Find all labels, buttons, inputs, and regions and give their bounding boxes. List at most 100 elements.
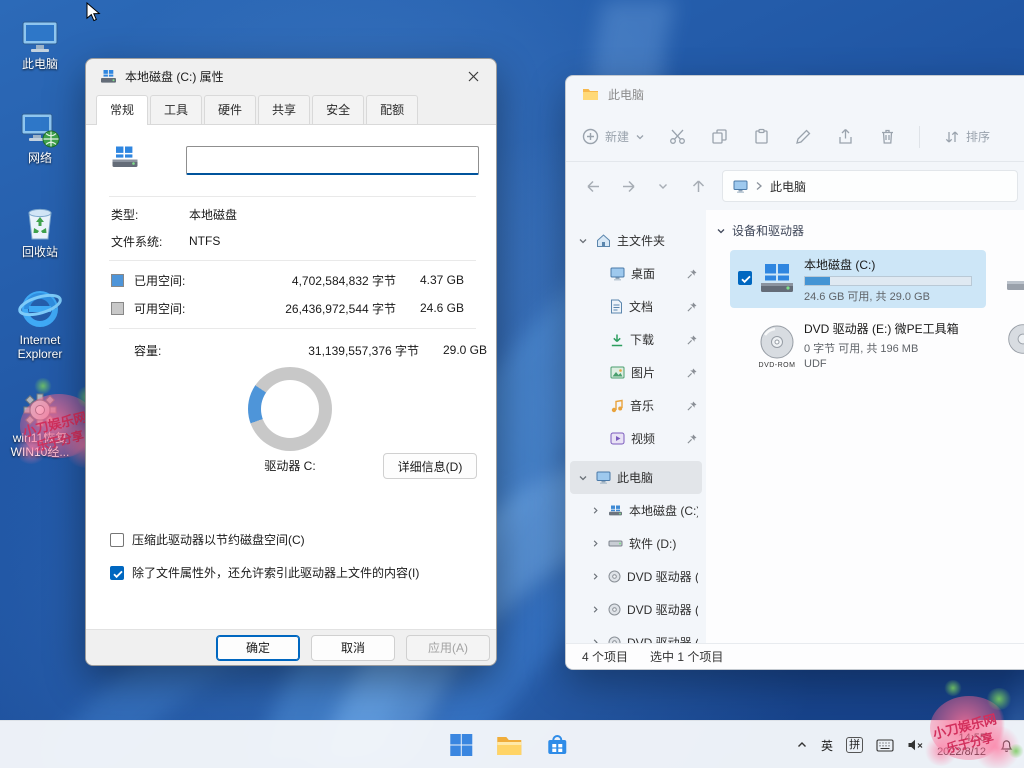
- sidebar-item-label: 视频: [631, 430, 655, 447]
- share-button[interactable]: [835, 127, 855, 147]
- drive-name: DVD 驱动器 (E:) 微PE工具箱: [804, 320, 980, 337]
- sidebar-item-dvd-g[interactable]: DVD 驱动器 (G:): [570, 626, 702, 643]
- sidebar-item-drive-c[interactable]: 本地磁盘 (C:): [570, 494, 702, 527]
- breadcrumb[interactable]: 此电脑: [770, 178, 806, 195]
- new-button[interactable]: 新建: [582, 128, 645, 145]
- tray-overflow-chevron[interactable]: [796, 739, 808, 751]
- explorer-command-bar: 新建 排序: [566, 112, 1024, 162]
- explorer-titlebar[interactable]: 此电脑: [566, 76, 1024, 112]
- compress-checkbox[interactable]: [110, 533, 124, 547]
- dvd-disc-icon: [758, 323, 796, 361]
- capacity-label: 容量:: [134, 342, 206, 359]
- desktop-icon-win11-restore[interactable]: win11恢复WIN10经...: [4, 386, 76, 460]
- computer-icon: [596, 471, 611, 484]
- compress-checkbox-label: 压缩此驱动器以节约磁盘空间(C): [132, 531, 305, 548]
- tab-tools[interactable]: 工具: [150, 95, 202, 124]
- item-count: 4 个项目: [582, 648, 628, 665]
- apply-button: 应用(A): [406, 635, 490, 661]
- chevron-down-icon[interactable]: [576, 473, 590, 483]
- dialog-titlebar[interactable]: 本地磁盘 (C:) 属性: [86, 59, 496, 93]
- recycle-bin-icon: [4, 200, 76, 242]
- capacity-bytes: 31,139,557,376 字节: [229, 342, 419, 359]
- used-space-size: 4.37 GB: [396, 273, 464, 287]
- dvd-icon: [608, 603, 621, 616]
- sidebar-item-label: 主文件夹: [617, 232, 665, 249]
- cancel-button[interactable]: 取消: [311, 635, 395, 661]
- index-checkbox[interactable]: [110, 566, 124, 580]
- breadcrumb-chevron-icon: [755, 181, 763, 191]
- sidebar-item-dvd-f[interactable]: DVD 驱动器 (F:): [570, 593, 702, 626]
- volume-label-input[interactable]: [186, 146, 479, 175]
- chevron-right-icon[interactable]: [588, 539, 602, 548]
- start-button[interactable]: [441, 725, 481, 765]
- file-explorer-window[interactable]: 此电脑 新建 排序 此电脑: [565, 75, 1024, 670]
- sidebar-item-music[interactable]: 音乐: [570, 389, 702, 422]
- sidebar-item-label: 软件 (D:): [629, 535, 676, 552]
- sort-button[interactable]: 排序: [944, 128, 990, 145]
- sidebar-item-home[interactable]: 主文件夹: [570, 224, 702, 257]
- rename-button[interactable]: [793, 127, 813, 147]
- sidebar-item-label: 本地磁盘 (C:): [629, 502, 698, 519]
- group-header-devices[interactable]: 设备和驱动器: [716, 222, 804, 239]
- sidebar-item-drive-d[interactable]: 软件 (D:): [570, 527, 702, 560]
- store-app-icon[interactable]: [537, 725, 577, 765]
- tray-date: 2022/8/12: [937, 745, 986, 759]
- address-bar[interactable]: 此电脑: [722, 170, 1018, 202]
- desktop-folder-icon: [610, 267, 625, 281]
- item-checkbox[interactable]: [738, 271, 752, 285]
- sidebar-item-label: 下载: [630, 331, 654, 348]
- back-button[interactable]: [582, 175, 604, 197]
- ime-mode-indicator[interactable]: 英: [821, 737, 833, 754]
- sidebar-item-label: 此电脑: [617, 469, 653, 486]
- sidebar-item-pictures[interactable]: 图片: [570, 356, 702, 389]
- sidebar-item-desktop[interactable]: 桌面: [570, 257, 702, 290]
- explorer-sidebar: 主文件夹 桌面 文档 下载 图片: [566, 210, 706, 643]
- sidebar-item-documents[interactable]: 文档: [570, 290, 702, 323]
- clock[interactable]: 14:55 2022/8/12: [937, 731, 986, 760]
- cutoff-dvd-icon: [1006, 322, 1024, 356]
- desktop-icon-this-pc[interactable]: 此电脑: [4, 12, 76, 71]
- dialog-footer: 确定 取消 应用(A): [86, 629, 496, 665]
- sidebar-item-dvd-e[interactable]: DVD 驱动器 (E:): [570, 560, 702, 593]
- chevron-down-icon[interactable]: [576, 236, 590, 246]
- close-button[interactable]: [450, 59, 496, 93]
- ok-button[interactable]: 确定: [216, 635, 300, 661]
- chevron-right-icon[interactable]: [588, 605, 602, 614]
- recent-locations-chevron[interactable]: [652, 175, 674, 197]
- tab-sharing[interactable]: 共享: [258, 95, 310, 124]
- volume-muted-icon[interactable]: [907, 738, 924, 752]
- drive-label: 驱动器 C:: [230, 457, 350, 474]
- chevron-right-icon[interactable]: [588, 506, 602, 515]
- file-explorer-taskbar-icon[interactable]: [489, 725, 529, 765]
- delete-button[interactable]: [877, 127, 897, 147]
- tab-security[interactable]: 安全: [312, 95, 364, 124]
- desktop-icon-internet-explorer[interactable]: InternetExplorer: [4, 288, 76, 362]
- desktop-icon-recycle-bin[interactable]: 回收站: [4, 200, 76, 259]
- drive-item-dvd-e[interactable]: DVD-ROM DVD 驱动器 (E:) 微PE工具箱 0 字节 可用, 共 1…: [730, 314, 986, 376]
- sidebar-item-downloads[interactable]: 下载: [570, 323, 702, 356]
- chevron-right-icon[interactable]: [588, 572, 602, 581]
- index-checkbox-row[interactable]: 除了文件属性外，还允许索引此驱动器上文件的内容(I): [110, 564, 419, 581]
- disk-properties-dialog[interactable]: 本地磁盘 (C:) 属性 常规 工具 硬件 共享 安全 配额 类型: 本地磁盘 …: [85, 58, 497, 666]
- up-button[interactable]: [687, 175, 709, 197]
- compress-checkbox-row[interactable]: 压缩此驱动器以节约磁盘空间(C): [110, 531, 305, 548]
- free-space-label: 可用空间:: [134, 300, 206, 317]
- copy-button[interactable]: [709, 127, 729, 147]
- tab-hardware[interactable]: 硬件: [204, 95, 256, 124]
- filesystem-value: NTFS: [189, 234, 220, 248]
- drive-info: 0 字节 可用, 共 196 MB: [804, 340, 980, 356]
- notification-bell-icon[interactable]: [999, 738, 1014, 753]
- separator: [109, 196, 476, 197]
- tab-quota[interactable]: 配额: [366, 95, 418, 124]
- desktop-icon-network[interactable]: 网络: [4, 106, 76, 165]
- ime-badge[interactable]: 拼: [846, 737, 863, 753]
- drive-item-c[interactable]: 本地磁盘 (C:) 24.6 GB 可用, 共 29.0 GB: [730, 250, 986, 308]
- touch-keyboard-icon[interactable]: [876, 739, 894, 752]
- tab-general[interactable]: 常规: [96, 95, 148, 125]
- details-button[interactable]: 详细信息(D): [383, 453, 477, 479]
- cut-button[interactable]: [667, 127, 687, 147]
- paste-button[interactable]: [751, 127, 771, 147]
- forward-button[interactable]: [617, 175, 639, 197]
- sidebar-item-videos[interactable]: 视频: [570, 422, 702, 455]
- sidebar-item-this-pc[interactable]: 此电脑: [570, 461, 702, 494]
